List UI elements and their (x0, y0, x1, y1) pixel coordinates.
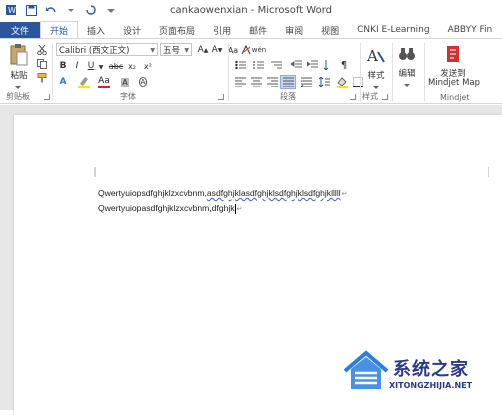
tab-view[interactable]: 视图 (312, 22, 348, 38)
editing-dropdown-icon[interactable] (401, 79, 413, 91)
document-line-1[interactable]: Qwertyuiopsdfghjklzxcvbnm,asdfghjklasdfg… (98, 188, 348, 198)
show-marks-icon[interactable]: ¶ (338, 59, 350, 71)
group-divider (392, 43, 393, 101)
font-name-dropdown[interactable]: Calibri (西文正文) ▼ (56, 43, 158, 56)
paste-label[interactable]: 粘贴 (6, 69, 32, 81)
mindjet-map-label[interactable]: Mindjet Map (422, 78, 486, 88)
paragraph-group-label: 段落 (280, 92, 296, 101)
paragraph-mark: ↵ (236, 206, 243, 213)
highlight-color-icon[interactable] (78, 76, 90, 88)
clipboard-group-label: 剪贴板 (6, 92, 30, 101)
line-spacing-icon[interactable] (318, 76, 330, 88)
binoculars-icon[interactable] (396, 43, 418, 65)
font-color-button[interactable]: Aa (98, 76, 110, 88)
clipboard-launcher-icon[interactable] (44, 94, 50, 100)
underline-dropdown-icon[interactable]: ▼ (97, 61, 105, 73)
tab-review[interactable]: 审阅 (276, 22, 312, 38)
align-left-icon[interactable] (234, 76, 246, 88)
font-name-value: Calibri (西文正文) (59, 45, 130, 56)
styles-launcher-icon[interactable] (382, 94, 388, 100)
margin-corner-mark (94, 167, 96, 177)
shrink-font-icon[interactable]: A ▼ (210, 44, 224, 56)
group-divider (228, 43, 229, 101)
tab-cnki[interactable]: CNKI E-Learning (348, 22, 438, 38)
clear-formatting-icon[interactable] (240, 44, 252, 56)
paragraph-launcher-icon[interactable] (350, 94, 356, 100)
char-shading-button[interactable]: A (118, 76, 132, 88)
site-watermark: 系统之家 XITONGZHIJIA.NET (343, 345, 500, 407)
italic-button[interactable]: I (71, 60, 83, 72)
watermark-text: 系统之家 (393, 359, 469, 380)
styles-group-label: 样式 (362, 92, 378, 101)
cut-icon[interactable] (36, 44, 48, 56)
line-1-text: Qwertyuiopsdfghjklzxcvbnm, (98, 188, 207, 198)
sort-icon[interactable] (322, 59, 334, 71)
align-right-icon[interactable] (266, 76, 278, 88)
phonetic-guide-icon[interactable]: wén (252, 44, 266, 56)
font-group-label: 字体 (120, 92, 136, 101)
superscript-button[interactable]: x² (142, 60, 154, 72)
font-launcher-icon[interactable] (218, 94, 224, 100)
justify-icon[interactable] (280, 75, 296, 89)
paste-icon[interactable] (8, 43, 30, 67)
numbering-icon[interactable] (252, 59, 264, 71)
tab-file[interactable]: 文件 (0, 22, 40, 38)
styles-icon[interactable]: A (365, 45, 387, 67)
group-divider (360, 43, 361, 101)
line-1-flagged-text[interactable]: asdfghjklasdfghjklsdfghjklsdfghjklllll (207, 188, 341, 198)
grow-font-icon[interactable]: A ▲ (196, 44, 210, 56)
line-2-text: Qwertyuiopasdfghjklzxcvbnm,dfghjk (98, 203, 235, 213)
decrease-indent-icon[interactable] (290, 59, 302, 71)
increase-indent-icon[interactable] (306, 59, 318, 71)
editing-label[interactable]: 编辑 (394, 67, 420, 79)
bullets-icon[interactable] (234, 59, 246, 71)
format-painter-icon[interactable] (36, 72, 48, 84)
window-title: cankaowenxian - Microsoft Word (169, 5, 332, 16)
watermark-url: XITONGZHIJIA.NET (389, 381, 473, 390)
mindjet-map-icon[interactable] (442, 43, 464, 65)
tab-insert[interactable]: 插入 (78, 22, 114, 38)
tab-page-layout[interactable]: 页面布局 (150, 22, 204, 38)
chevron-down-icon: ▼ (150, 47, 155, 54)
copy-icon[interactable] (36, 58, 48, 70)
subscript-button[interactable]: x₂ (126, 60, 138, 72)
group-divider (52, 43, 53, 101)
multilevel-list-icon[interactable] (270, 59, 282, 71)
tab-abbyy[interactable]: ABBYY Fin (439, 22, 502, 38)
font-size-value: 五号 (163, 45, 181, 56)
margin-corner-mark (488, 167, 489, 177)
styles-label[interactable]: 样式 (362, 69, 390, 81)
chevron-down-icon: ▼ (184, 47, 189, 54)
mindjet-group-label: Mindjet (440, 93, 470, 102)
strikethrough-button[interactable]: abc (108, 60, 124, 72)
house-logo-icon (343, 350, 389, 389)
document-line-2[interactable]: Qwertyuiopasdfghjklzxcvbnm,dfghjk ↵ (98, 203, 242, 214)
text-cursor (234, 203, 236, 214)
underline-button[interactable]: U (85, 60, 97, 72)
shading-icon[interactable] (336, 76, 348, 88)
font-size-dropdown[interactable]: 五号 ▼ (160, 43, 192, 56)
svg-text:A: A (366, 47, 378, 65)
align-center-icon[interactable] (250, 76, 262, 88)
text-effects-button[interactable]: A (57, 76, 69, 88)
paragraph-mark: ↵ (341, 191, 348, 198)
title-bar: W cankaowenxian - Microsoft Word (0, 0, 502, 22)
tab-references[interactable]: 引用 (204, 22, 240, 38)
ribbon: 粘贴 剪贴板 Calibri (西文正文) ▼ 五号 ▼ A ▲ A ▼ Aa wé… (0, 38, 502, 104)
tab-mailings[interactable]: 邮件 (240, 22, 276, 38)
distributed-icon[interactable] (300, 76, 312, 88)
group-divider (424, 43, 425, 101)
bold-button[interactable]: B (57, 60, 69, 72)
tab-design[interactable]: 设计 (114, 22, 150, 38)
ribbon-tabs: 文件 开始 插入 设计 页面布局 引用 邮件 审阅 视图 CNKI E-Lear… (0, 21, 502, 38)
tab-home[interactable]: 开始 (40, 21, 79, 38)
enclose-chars-button[interactable]: A (136, 76, 150, 88)
